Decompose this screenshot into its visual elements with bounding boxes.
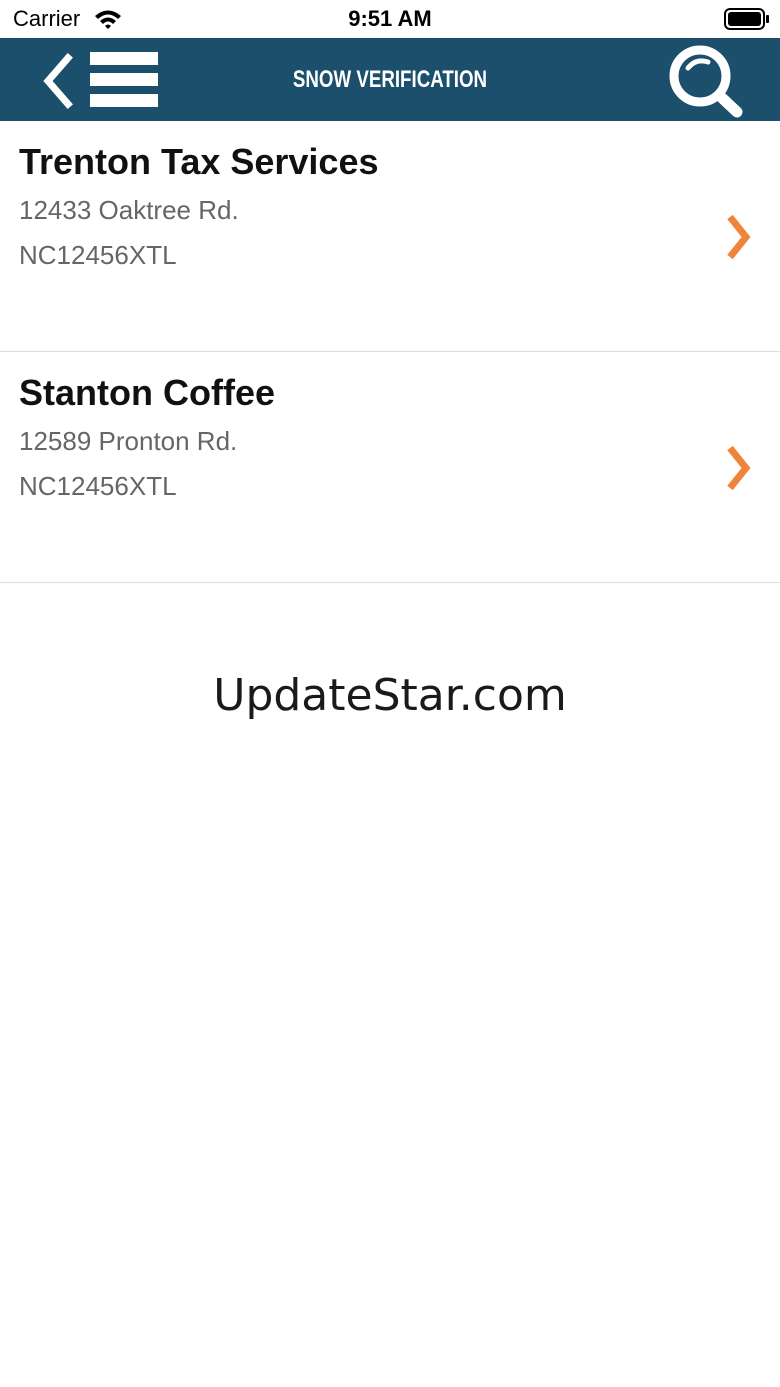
list-item[interactable]: Trenton Tax Services 12433 Oaktree Rd. N… — [0, 121, 780, 352]
chevron-right-icon — [722, 442, 752, 494]
list-item[interactable]: Stanton Coffee 12589 Pronton Rd. NC12456… — [0, 352, 780, 583]
location-address: 12589 Pronton Rd. — [19, 426, 238, 456]
back-chevron-icon — [43, 53, 73, 109]
location-code: NC12456XTL — [19, 240, 177, 270]
location-name: Trenton Tax Services — [19, 141, 379, 182]
location-code: NC12456XTL — [19, 471, 177, 501]
location-address: 12433 Oaktree Rd. — [19, 195, 239, 225]
search-icon — [669, 45, 743, 118]
back-button[interactable] — [40, 53, 76, 109]
page-title: SNOW VERIFICATION — [292, 66, 488, 93]
navigation-bar: SNOW VERIFICATION — [0, 38, 780, 121]
status-time: 9:51 AM — [348, 6, 432, 31]
search-button[interactable] — [666, 44, 746, 118]
battery-icon — [724, 8, 770, 35]
chevron-right-icon — [722, 211, 752, 263]
status-bar: Carrier 9:51 AM — [0, 0, 780, 38]
location-list: Trenton Tax Services 12433 Oaktree Rd. N… — [0, 121, 780, 583]
location-name: Stanton Coffee — [19, 372, 275, 413]
watermark-text: UpdateStar.com — [213, 670, 567, 721]
